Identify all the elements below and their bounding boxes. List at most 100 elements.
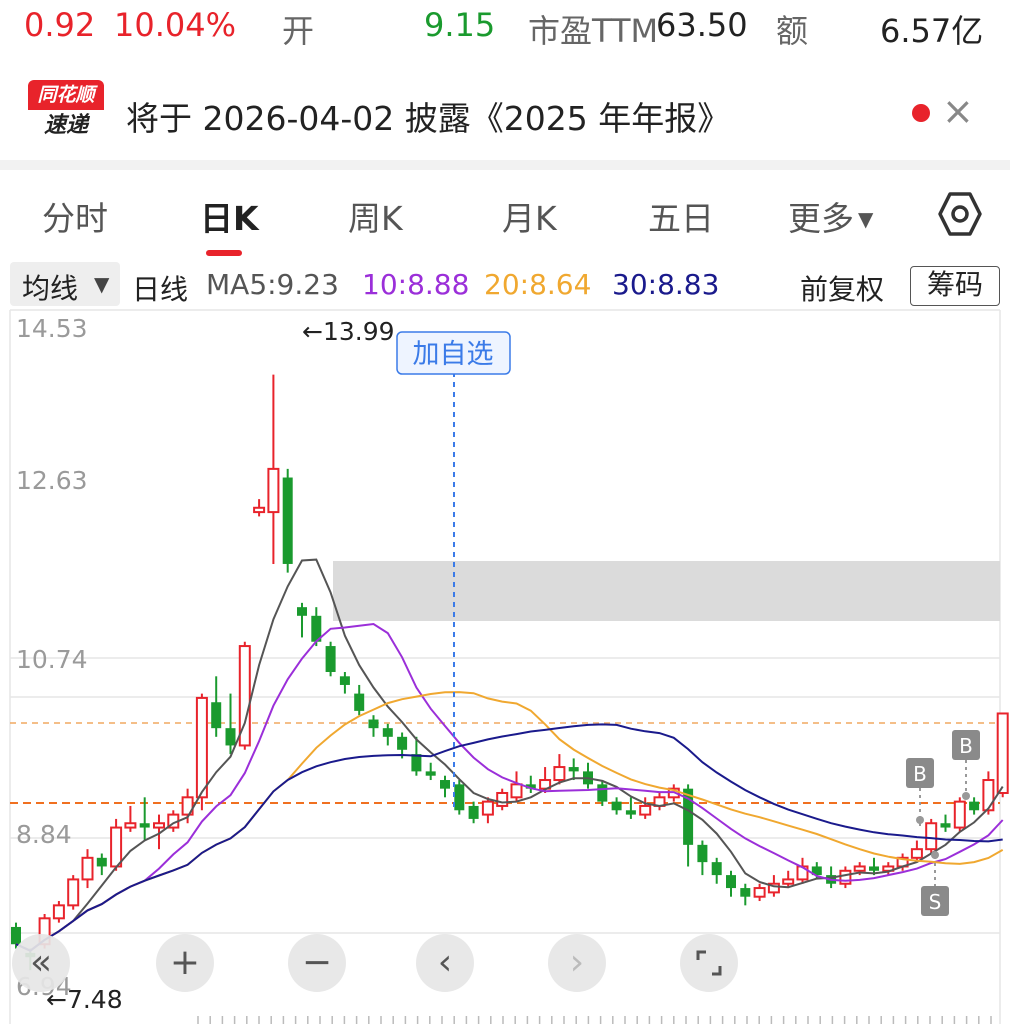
candle (953, 797, 966, 832)
candle (354, 684, 365, 716)
fullscreen-icon[interactable] (680, 934, 738, 992)
candle (553, 754, 566, 785)
tonghuashun-logo: 同花顺 速递 (28, 80, 104, 142)
candle (382, 723, 393, 746)
adjust-mode[interactable]: 前复权 (800, 268, 884, 308)
caret-down-icon: ▼ (858, 207, 874, 231)
amount-label: 额 (776, 12, 809, 50)
pe-value: 63.50 (656, 6, 748, 44)
candle (740, 883, 751, 906)
candle (996, 712, 1009, 798)
notice-text: 将于 2026-04-02 披露《2025 年年报》 (126, 99, 731, 138)
tab-intraday[interactable]: 分时 (42, 192, 108, 240)
ma5-value: MA5:9.23 (206, 268, 339, 301)
ma-info-row: 均线 ▼ 日线 MA5:9.23 10:8.88 20:8.64 30:8.83… (0, 258, 1010, 310)
pe-label: 市盈TTM (528, 12, 659, 50)
period-tabs: 分时 日K 周K 月K 五日 更多 ▼ (0, 172, 1010, 256)
divider (0, 160, 1010, 170)
candle (440, 775, 450, 798)
y-tick-label: 14.53 (16, 314, 88, 343)
settings-hex-icon[interactable] (936, 190, 984, 238)
chevron-right-icon[interactable]: › (548, 934, 606, 992)
buy-signal-1-label: B (913, 762, 927, 786)
candle (225, 693, 236, 755)
tab-more-label: 更多 (788, 199, 854, 238)
candle (454, 780, 465, 815)
zoom-in-icon[interactable]: + (156, 934, 214, 992)
candle (726, 870, 736, 897)
amount-value: 6.57亿 (880, 12, 984, 50)
time-axis-ticks (197, 1016, 992, 1024)
rewind-icon[interactable]: « (12, 934, 70, 992)
candle (297, 602, 307, 638)
candle (96, 853, 107, 876)
sell-signal-label: S (929, 890, 942, 914)
candle (653, 792, 666, 811)
caret-down-icon: ▼ (94, 272, 110, 296)
ma20-line (15, 691, 1004, 952)
candle (839, 866, 852, 889)
candle (81, 849, 94, 889)
candle (611, 797, 622, 815)
ma30-value: 30:8.83 (612, 268, 720, 301)
ma20-value: 20:8.64 (484, 268, 592, 301)
y-tick-label: 10.74 (16, 645, 88, 674)
ma-selector-label: 均线 (22, 272, 79, 305)
y-tick-label: 12.63 (16, 466, 88, 495)
quote-row: 0.92 10.04% 开 9.15 市盈TTM 63.50 额 6.57亿 (0, 0, 1010, 62)
candle (583, 762, 593, 789)
candle (625, 797, 636, 819)
chips-button[interactable]: 筹码 (910, 266, 1000, 306)
logo-top-text: 同花顺 (28, 80, 104, 110)
candle (211, 676, 222, 737)
candle (925, 818, 938, 854)
buy-signal-2[interactable]: B (952, 730, 980, 800)
buy-signal-1[interactable]: B (906, 758, 934, 828)
tab-weekly-k[interactable]: 周K (348, 192, 403, 240)
candle (882, 862, 895, 876)
tab-monthly-k[interactable]: 月K (502, 192, 557, 240)
candle (969, 797, 980, 815)
candle (796, 857, 809, 884)
tab-more[interactable]: 更多 ▼ (788, 192, 873, 240)
candle (253, 499, 266, 517)
zoom-out-icon[interactable]: − (288, 934, 346, 992)
candle (425, 762, 436, 781)
ma-selector[interactable]: 均线 ▼ (10, 262, 120, 306)
logo-bottom-text: 速递 (28, 110, 104, 142)
notice-banner[interactable]: 同花顺 速递 将于 2026-04-02 披露《2025 年年报》 (0, 66, 1010, 158)
candle (753, 883, 766, 902)
candle (568, 758, 579, 781)
candle (711, 857, 722, 884)
candle (67, 875, 80, 910)
y-tick-label: 8.84 (16, 820, 72, 849)
candle (639, 797, 652, 819)
close-icon[interactable]: × (942, 92, 974, 130)
chevron-left-icon[interactable]: ‹ (416, 934, 474, 992)
candle (940, 814, 951, 832)
add-watch-button[interactable]: 加自选 (413, 339, 494, 370)
candle (267, 374, 280, 564)
ma10-line (15, 622, 1004, 952)
resistance-zone (333, 561, 1000, 621)
tab-daily-k[interactable]: 日K (200, 192, 259, 240)
fullscreen-glyph (696, 950, 722, 976)
price-change-pct: 10.04% (114, 6, 237, 44)
open-value: 9.15 (424, 6, 496, 44)
kline-chart[interactable]: 加自选 ←13.99 ←7.48 B B S (0, 308, 1010, 1024)
candle (124, 805, 137, 832)
open-label: 开 (282, 12, 315, 50)
price-change: 0.92 (24, 6, 96, 44)
candle (496, 788, 509, 811)
ma10-value: 10:8.88 (362, 268, 470, 301)
buy-signal-2-label: B (959, 734, 973, 758)
high-marker: ←13.99 (302, 317, 395, 346)
period-label: 日线 (132, 273, 189, 306)
active-tab-indicator (206, 250, 242, 256)
candle (697, 840, 708, 876)
candle (339, 671, 350, 694)
candle (52, 901, 65, 923)
tab-five-day[interactable]: 五日 (648, 192, 714, 240)
candle (325, 641, 336, 677)
unread-dot-icon (912, 104, 930, 122)
